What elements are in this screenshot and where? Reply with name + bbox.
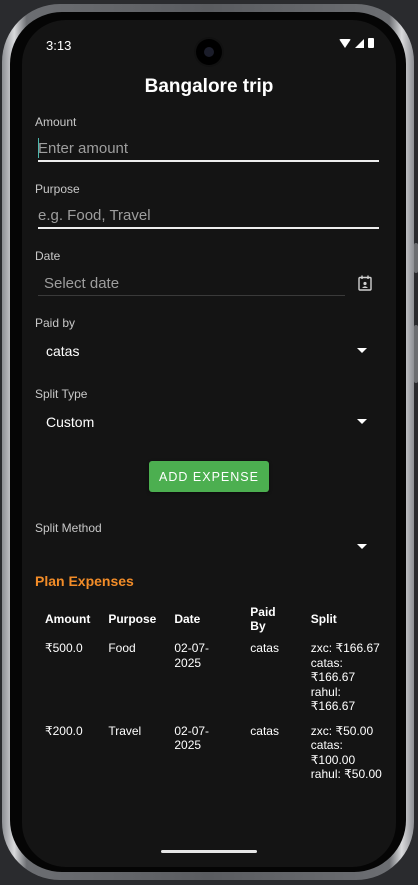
amount-input[interactable]: Enter amount bbox=[38, 140, 128, 157]
cell-amount: ₹200.0 bbox=[45, 723, 83, 738]
purpose-label: Purpose bbox=[35, 182, 80, 196]
status-icons bbox=[339, 38, 374, 48]
split-line: catas: ₹100.00 bbox=[310, 738, 356, 767]
amount-label: Amount bbox=[35, 115, 77, 129]
table-row: ₹200.0 Travel 02-07-2025 catas zxc: ₹50.… bbox=[36, 722, 396, 790]
cell-amount: ₹500.0 bbox=[45, 641, 83, 655]
cell-split: zxc: ₹50.00 catas: ₹100.00 rahul: ₹50.00 bbox=[302, 722, 396, 790]
split-line: rahul: ₹50.00 bbox=[310, 767, 382, 781]
column-header-date: Date bbox=[174, 612, 201, 626]
add-expense-button[interactable]: ADD EXPENSE bbox=[149, 461, 269, 492]
calendar-icon[interactable] bbox=[358, 275, 372, 291]
column-header-amount: Amount bbox=[45, 612, 91, 626]
split-line: catas: ₹166.67 bbox=[310, 655, 356, 685]
paid-by-label: Paid by bbox=[35, 316, 76, 330]
split-line: rahul: ₹166.67 bbox=[310, 684, 356, 714]
purpose-input-underline bbox=[38, 227, 379, 229]
split-type-label: Split Type bbox=[35, 387, 88, 401]
purpose-input[interactable]: e.g. Food, Travel bbox=[38, 207, 151, 224]
volume-button bbox=[414, 243, 418, 273]
date-input-underline bbox=[38, 295, 345, 296]
cell-purpose: Travel bbox=[108, 723, 142, 738]
home-indicator[interactable] bbox=[161, 850, 257, 853]
column-header-split: Split bbox=[310, 612, 337, 626]
signal-icon bbox=[355, 38, 364, 48]
cell-date: 02-07-2025 bbox=[174, 641, 210, 670]
paid-by-dropdown[interactable]: catas bbox=[46, 343, 79, 359]
cell-paid-by: catas bbox=[250, 641, 279, 655]
page-title: Bangalore trip bbox=[144, 76, 274, 97]
split-line: zxc: ₹50.00 bbox=[310, 723, 374, 738]
table-header-row: Amount Purpose Date Paid By Split bbox=[36, 605, 396, 639]
cell-split: zxc: ₹166.67 catas: ₹166.67 rahul: ₹166.… bbox=[302, 639, 396, 722]
cell-paid-by: catas bbox=[250, 723, 279, 738]
split-method-label: Split Method bbox=[35, 521, 102, 535]
split-line: zxc: ₹166.67 bbox=[310, 641, 380, 655]
expenses-table: Amount Purpose Date Paid By Split ₹500.0… bbox=[36, 605, 396, 790]
amount-input-underline bbox=[38, 160, 379, 162]
status-time: 3:13 bbox=[46, 38, 72, 53]
plan-expenses-title: Plan Expenses bbox=[35, 573, 134, 589]
table-row: ₹500.0 Food 02-07-2025 catas zxc: ₹166.6… bbox=[36, 639, 396, 722]
split-type-dropdown[interactable]: Custom bbox=[46, 414, 94, 430]
date-label: Date bbox=[35, 249, 61, 263]
power-button bbox=[414, 325, 418, 383]
cell-purpose: Food bbox=[108, 641, 136, 655]
column-header-paid-by: Paid By bbox=[250, 605, 276, 633]
chevron-down-icon[interactable] bbox=[357, 348, 367, 353]
status-bar: 3:13 bbox=[22, 20, 396, 65]
date-input[interactable]: Select date bbox=[44, 275, 119, 292]
cell-date: 02-07-2025 bbox=[174, 723, 210, 753]
app-screen: 3:13 Bangalore trip Amount Enter amount … bbox=[22, 20, 396, 867]
wifi-icon bbox=[339, 38, 351, 48]
chevron-down-icon[interactable] bbox=[357, 419, 367, 424]
column-header-purpose: Purpose bbox=[108, 612, 157, 626]
front-camera bbox=[196, 39, 222, 65]
chevron-down-icon[interactable] bbox=[357, 544, 367, 549]
battery-icon bbox=[368, 38, 374, 48]
